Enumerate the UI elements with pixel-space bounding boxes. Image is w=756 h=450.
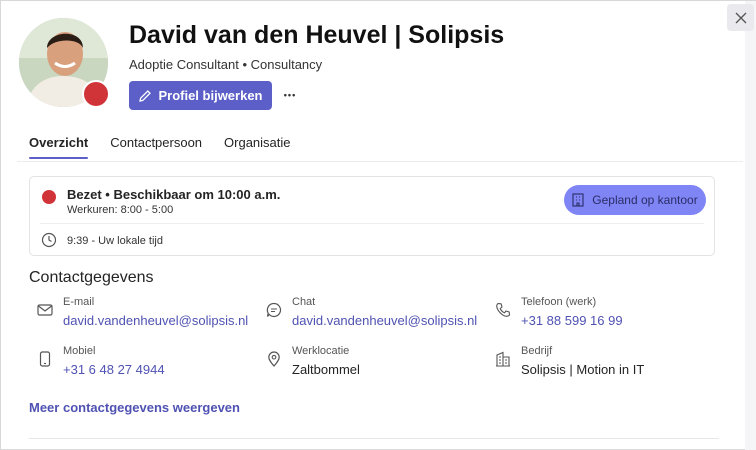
scroll-edge xyxy=(745,1,756,450)
profile-name: David van den Heuvel | Solipsis xyxy=(129,21,505,49)
work-location-value: Zaltbommel xyxy=(292,362,360,377)
email-label: E-mail xyxy=(63,296,95,308)
email-link[interactable]: david.vandenheuvel@solipsis.nl xyxy=(63,313,248,328)
busy-status-icon xyxy=(42,190,56,204)
tab-contactpersoon[interactable]: Contactpersoon xyxy=(110,135,202,159)
show-more-contact-link[interactable]: Meer contactgegevens weergeven xyxy=(29,400,240,415)
presence-busy-indicator xyxy=(82,80,110,108)
chat-label: Chat xyxy=(292,296,316,308)
company-label: Bedrijf xyxy=(521,345,553,357)
mobile-icon xyxy=(36,350,54,368)
tab-bar: Overzicht Contactpersoon Organisatie xyxy=(29,135,291,159)
close-button[interactable] xyxy=(727,4,754,31)
divider xyxy=(29,438,719,439)
contact-company: Bedrijf Solipsis | Motion in IT xyxy=(494,345,694,381)
divider xyxy=(40,223,704,224)
divider xyxy=(17,161,743,162)
contact-work-location: Werklocatie Zaltbommel xyxy=(265,345,485,381)
close-icon xyxy=(735,12,746,23)
work-phone-label: Telefoon (werk) xyxy=(521,296,597,308)
work-phone-link[interactable]: +31 88 599 16 99 xyxy=(521,313,623,328)
edit-icon xyxy=(139,89,152,102)
update-profile-button[interactable]: Profiel bijwerken xyxy=(129,81,272,110)
profile-card: David van den Heuvel | Solipsis Adoptie … xyxy=(0,0,756,450)
more-options-button[interactable]: ••• xyxy=(281,85,299,105)
tab-organisatie[interactable]: Organisatie xyxy=(224,135,290,159)
work-location-label: Werklocatie xyxy=(292,345,350,357)
company-value: Solipsis | Motion in IT xyxy=(521,362,645,377)
working-hours: Werkuren: 8:00 - 5:00 xyxy=(67,204,174,216)
availability-panel: Bezet • Beschikbaar om 10:00 a.m. Werkur… xyxy=(29,176,715,256)
contact-work-phone: Telefoon (werk) +31 88 599 16 99 xyxy=(494,296,694,332)
phone-icon xyxy=(494,301,512,319)
tab-overzicht[interactable]: Overzicht xyxy=(29,135,89,159)
contact-chat: Chat david.vandenheuvel@solipsis.nl xyxy=(265,296,485,332)
mail-icon xyxy=(36,301,54,319)
profile-subtitle: Adoptie Consultant • Consultancy xyxy=(129,57,323,72)
more-icon: ••• xyxy=(283,90,297,100)
clock-icon xyxy=(41,232,57,248)
contact-mobile: Mobiel +31 6 48 27 4944 xyxy=(36,345,256,381)
office-schedule-label: Gepland op kantoor xyxy=(592,193,698,207)
office-schedule-button[interactable]: Gepland op kantoor xyxy=(564,185,706,215)
contact-email: E-mail david.vandenheuvel@solipsis.nl xyxy=(36,296,256,332)
building-icon xyxy=(494,350,512,368)
update-profile-label: Profiel bijwerken xyxy=(158,88,263,103)
chat-link[interactable]: david.vandenheuvel@solipsis.nl xyxy=(292,313,477,328)
building-icon xyxy=(572,193,584,207)
contact-section-title: Contactgegevens xyxy=(29,269,154,286)
mobile-label: Mobiel xyxy=(63,345,96,357)
location-icon xyxy=(265,350,283,368)
local-time: 9:39 - Uw lokale tijd xyxy=(67,235,163,247)
chat-icon xyxy=(265,301,283,319)
availability-status: Bezet • Beschikbaar om 10:00 a.m. xyxy=(67,187,281,202)
mobile-link[interactable]: +31 6 48 27 4944 xyxy=(63,362,165,377)
avatar[interactable] xyxy=(19,18,110,108)
